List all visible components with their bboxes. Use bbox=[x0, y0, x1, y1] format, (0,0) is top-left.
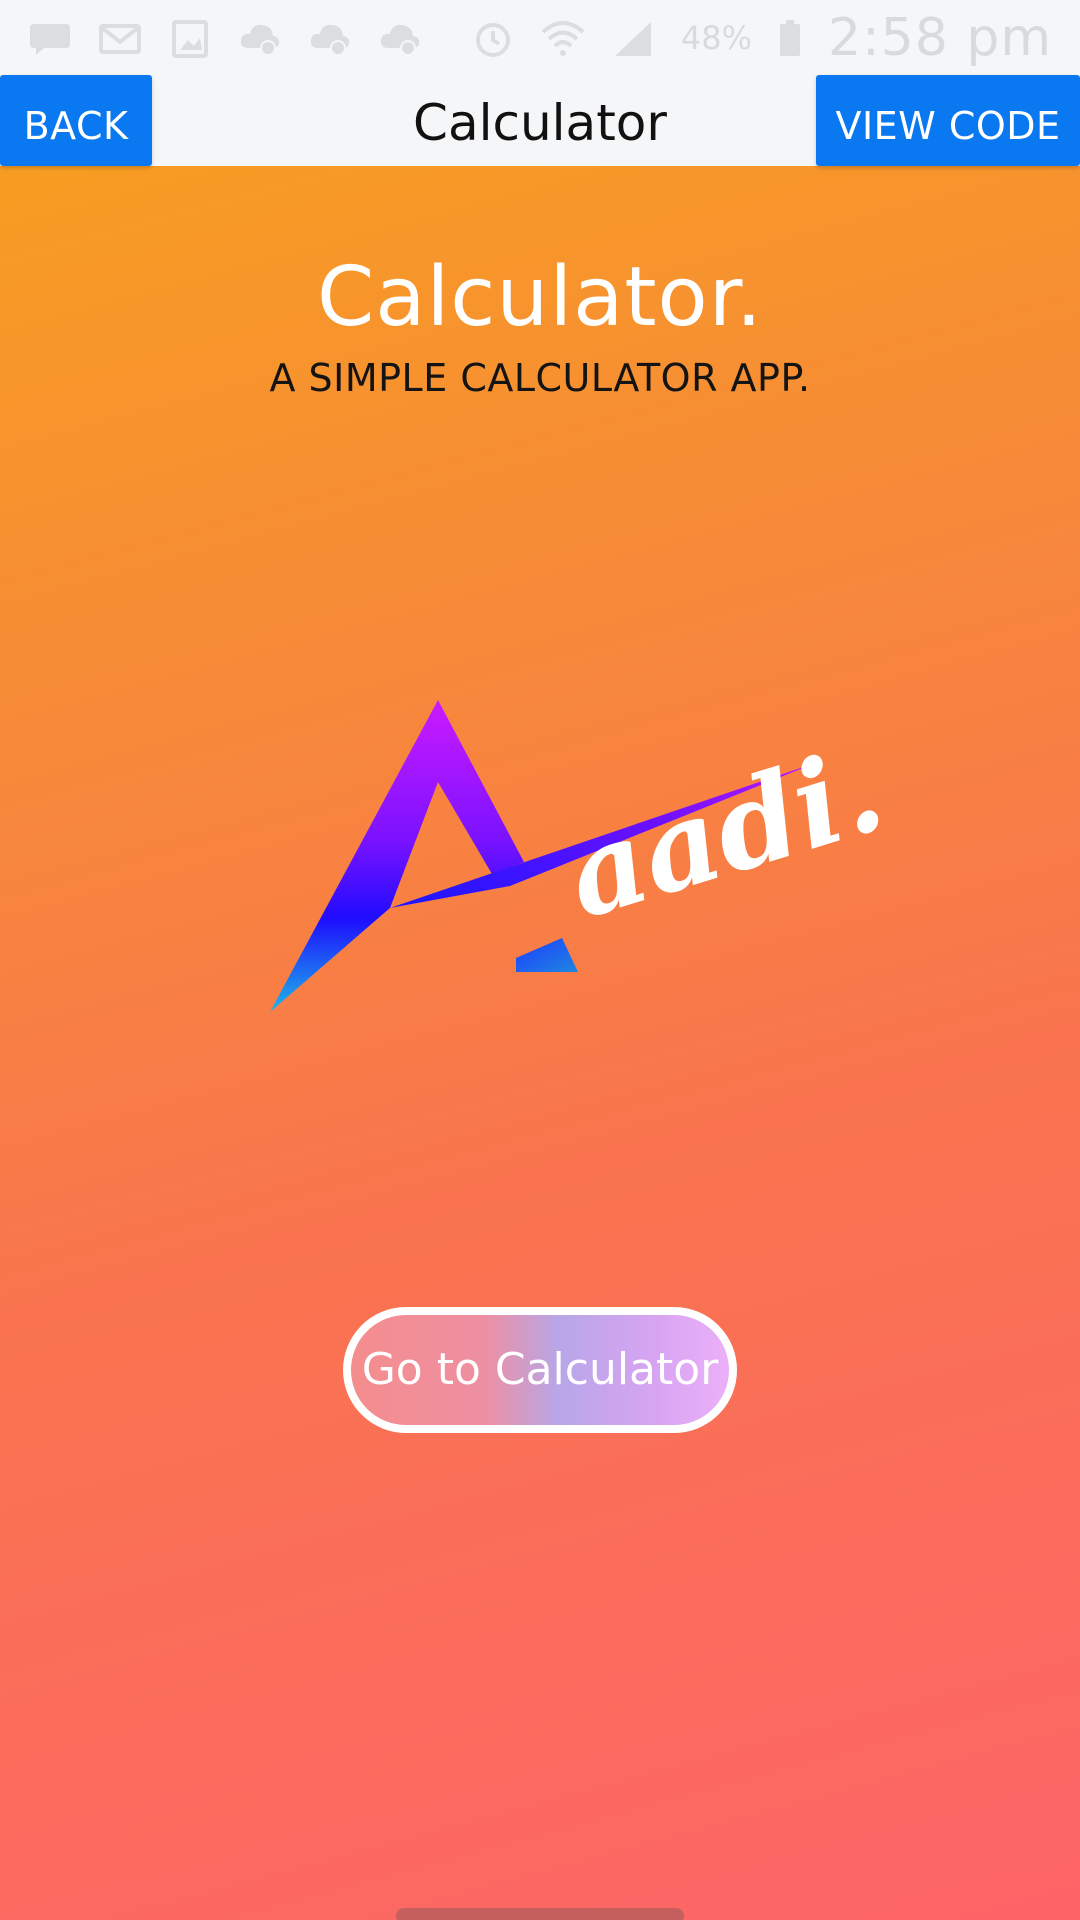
alarm-icon bbox=[471, 18, 515, 58]
chat-icon bbox=[28, 18, 72, 58]
status-time: 2:58 pm bbox=[828, 8, 1052, 68]
cloud-sync-icon bbox=[378, 18, 422, 58]
signal-icon bbox=[611, 18, 655, 58]
cloud-sync-icon bbox=[308, 18, 352, 58]
view-code-button[interactable]: VIEW CODE bbox=[816, 75, 1080, 166]
image-icon bbox=[168, 18, 212, 58]
status-bar: 48% 2:58 pm bbox=[0, 0, 1080, 76]
hero-title: Calculator. bbox=[317, 250, 763, 345]
aadi-logo: aadi. bbox=[270, 690, 898, 1030]
back-button[interactable]: BACK bbox=[0, 75, 152, 166]
battery-icon bbox=[778, 18, 802, 58]
battery-percentage: 48% bbox=[680, 19, 753, 57]
app-screen: 48% 2:58 pm Calculator BACK VIEW CODE Ca… bbox=[0, 0, 1080, 1920]
status-system: 48% 2:58 pm bbox=[471, 8, 1052, 68]
wifi-icon bbox=[541, 18, 585, 58]
app-bar: Calculator BACK VIEW CODE bbox=[0, 75, 1080, 166]
cloud-sync-icon bbox=[238, 18, 282, 58]
mail-icon bbox=[98, 18, 142, 58]
go-to-calculator-button[interactable]: Go to Calculator bbox=[343, 1307, 737, 1433]
status-notifications bbox=[28, 18, 422, 58]
home-indicator[interactable] bbox=[396, 1908, 684, 1920]
hero-subtitle: A SIMPLE CALCULATOR APP. bbox=[269, 356, 811, 400]
